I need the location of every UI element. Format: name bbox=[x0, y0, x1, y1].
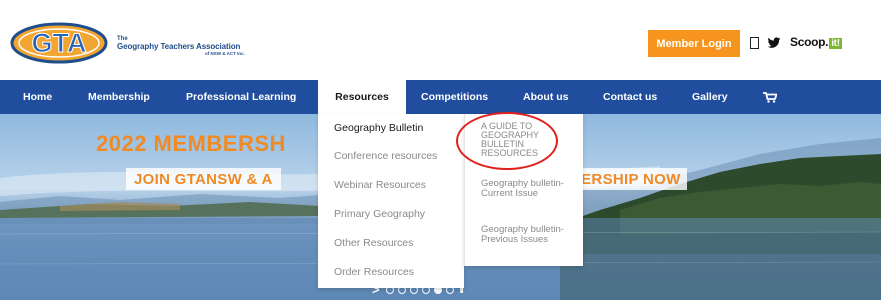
nav-item-about-us[interactable]: About us bbox=[523, 80, 569, 114]
org-title: Geography Teachers Association bbox=[117, 42, 241, 51]
resources-dropdown-menu: Geography Bulletin Conference resources … bbox=[318, 114, 464, 288]
menu-item-webinar-resources[interactable]: Webinar Resources bbox=[334, 179, 426, 191]
menu-item-conference-resources[interactable]: Conference resources bbox=[334, 150, 437, 162]
twitter-icon[interactable] bbox=[767, 36, 781, 50]
nav-item-contact-us[interactable]: Contact us bbox=[603, 80, 657, 114]
hero-title: 2022 MEMBERSH bbox=[96, 131, 286, 156]
scoopit-link[interactable]: Scoop. it! bbox=[790, 35, 842, 49]
nav-item-home[interactable]: Home bbox=[23, 80, 52, 114]
submenu-item-previous-issues[interactable]: Geography bulletin- Previous Issues bbox=[481, 225, 575, 244]
hero-join-banner-right: BERSHIP NOW bbox=[566, 168, 687, 190]
org-name: The Geography Teachers Association of NS… bbox=[117, 36, 245, 57]
nav-item-professional-learning[interactable]: Professional Learning bbox=[186, 80, 296, 114]
menu-item-other-resources[interactable]: Other Resources bbox=[334, 237, 413, 249]
gta-logo[interactable]: GTA bbox=[10, 22, 108, 64]
scoop-label: Scoop. bbox=[790, 35, 829, 49]
nav-item-membership[interactable]: Membership bbox=[88, 80, 150, 114]
nav-item-resources[interactable]: Resources bbox=[318, 80, 406, 114]
menu-item-order-resources[interactable]: Order Resources bbox=[334, 266, 414, 278]
member-login-button[interactable]: Member Login bbox=[648, 30, 740, 57]
logo-text: GTA bbox=[32, 28, 87, 58]
highlight-annotation-circle bbox=[456, 112, 558, 170]
menu-item-primary-geography[interactable]: Primary Geography bbox=[334, 208, 425, 220]
org-suffix: of NSW & ACT Inc. bbox=[205, 51, 245, 56]
nav-item-competitions[interactable]: Competitions bbox=[421, 80, 488, 114]
cart-icon[interactable] bbox=[763, 92, 777, 103]
scoop-it-badge: it! bbox=[829, 38, 842, 49]
facebook-icon[interactable] bbox=[750, 37, 759, 49]
main-nav: Home Membership Professional Learning Re… bbox=[0, 80, 881, 114]
site-header: GTA The Geography Teachers Association o… bbox=[0, 0, 881, 80]
submenu-item-current-issue[interactable]: Geography bulletin- Current Issue bbox=[481, 179, 575, 198]
menu-item-geography-bulletin[interactable]: Geography Bulletin bbox=[334, 122, 423, 134]
nav-item-gallery[interactable]: Gallery bbox=[692, 80, 728, 114]
hero-join-banner-left: JOIN GTANSW & A bbox=[126, 168, 281, 190]
